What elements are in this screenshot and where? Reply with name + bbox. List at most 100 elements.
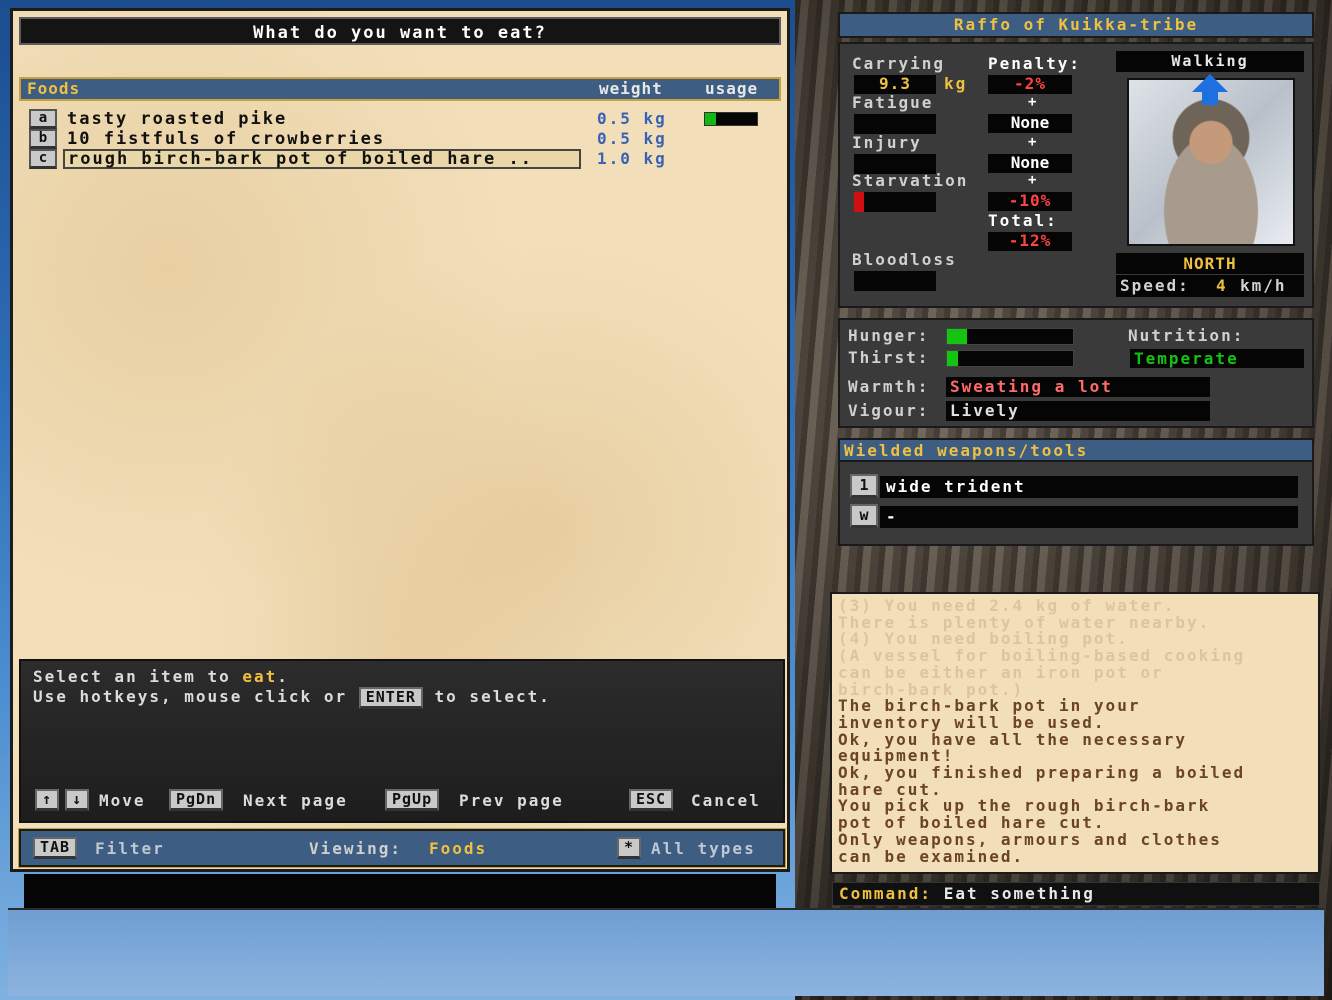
- weapon-slot-key-1[interactable]: 1: [850, 474, 878, 498]
- instruction-text: to select.: [434, 687, 551, 706]
- bottom-dark-bar: [24, 874, 776, 908]
- vigour-value: Lively: [946, 401, 1210, 421]
- dialog-title: What do you want to eat?: [19, 17, 781, 45]
- speed-value: 4: [1216, 276, 1228, 295]
- speed-box: Speed: 4 km/h: [1116, 275, 1304, 297]
- arrow-up-key[interactable]: ↑: [35, 789, 60, 811]
- food-item-weight: 0.5 kg: [597, 109, 667, 128]
- warmth-value: Sweating a lot: [946, 377, 1210, 397]
- message-log: (3) You need 2.4 kg of water. There is pl…: [830, 592, 1320, 874]
- injury-label: Injury: [852, 133, 922, 152]
- esc-key-button[interactable]: ESC: [629, 789, 674, 811]
- plus-sign: +: [1028, 172, 1037, 188]
- hunger-fill: [947, 329, 968, 344]
- instruction-line-2: Use hotkeys, mouse click or ENTER to sel…: [33, 687, 551, 709]
- hunger-bar: [946, 328, 1074, 345]
- starvation-fill: [854, 192, 864, 212]
- food-item-weight: 1.0 kg: [597, 149, 667, 168]
- fatigue-penalty: None: [988, 114, 1072, 133]
- all-types-key-button[interactable]: *: [617, 837, 642, 859]
- hotkey-a[interactable]: a: [29, 109, 57, 129]
- command-value: Eat something: [943, 884, 1095, 903]
- usage-bar: [704, 112, 758, 126]
- food-item-name[interactable]: 10 fistfuls of crowberries: [67, 129, 385, 149]
- food-item-name[interactable]: tasty roasted pike: [67, 109, 287, 129]
- header-usage: usage: [705, 79, 759, 98]
- direction-value: NORTH: [1116, 253, 1304, 274]
- list-header: Foods weight usage: [19, 77, 781, 101]
- food-item-weight: 0.5 kg: [597, 129, 667, 148]
- weapons-title: Wielded weapons/tools: [844, 441, 1089, 460]
- penalty-value: -2%: [988, 75, 1072, 94]
- hotkey-b[interactable]: b: [29, 129, 57, 149]
- total-label: Total:: [988, 211, 1058, 230]
- warmth-label: Warmth:: [848, 377, 930, 396]
- nutrition-value: Temperate: [1130, 349, 1304, 368]
- instruction-punct: .: [277, 667, 289, 686]
- plus-sign: +: [1028, 94, 1037, 110]
- instruction-line-1: Select an item to eat.: [33, 667, 289, 686]
- command-label: Command:: [839, 884, 933, 903]
- hotkey-c[interactable]: c: [29, 149, 57, 169]
- instruction-action: eat: [242, 667, 278, 686]
- movement-mode: Walking: [1116, 51, 1304, 72]
- pgdn-key-button[interactable]: PgDn: [169, 789, 224, 811]
- viewing-value: Foods: [429, 839, 488, 858]
- penalty-label: Penalty:: [988, 54, 1082, 73]
- prev-page-label: Prev page: [459, 791, 564, 810]
- instruction-text: Select an item to: [33, 667, 243, 686]
- food-item-name-selected[interactable]: rough birch-bark pot of boiled hare ..: [63, 149, 581, 169]
- filter-bar: TAB Filter Viewing: Foods * All types: [18, 828, 786, 868]
- thirst-fill: [947, 351, 959, 366]
- weapon-slot-value-1[interactable]: wide trident: [880, 476, 1298, 498]
- carrying-unit: kg: [944, 74, 968, 93]
- nutrition-label: Nutrition:: [1128, 326, 1245, 345]
- log-line: can be examined.: [838, 846, 1025, 866]
- hunger-label: Hunger:: [848, 326, 930, 345]
- weapons-header: Wielded weapons/tools: [840, 440, 1312, 462]
- viewing-label: Viewing:: [309, 839, 403, 858]
- arrow-up-icon: [1192, 74, 1228, 92]
- header-weight: weight: [599, 79, 663, 98]
- move-label: Move: [99, 791, 146, 810]
- weapon-slot-key-w[interactable]: w: [850, 504, 878, 528]
- starvation-bar: [854, 192, 936, 212]
- next-page-label: Next page: [243, 791, 348, 810]
- command-line: Command: Eat something: [832, 882, 1320, 906]
- usage-fill: [705, 113, 717, 125]
- cancel-label: Cancel: [691, 791, 761, 810]
- character-name: Raffo of Kuikka-tribe: [838, 12, 1314, 38]
- bloodloss-bar: [854, 271, 936, 291]
- enter-key-button[interactable]: ENTER: [358, 687, 423, 709]
- header-category: Foods: [27, 79, 81, 98]
- plus-sign: +: [1028, 134, 1037, 150]
- log-lines: (3) You need 2.4 kg of water. There is pl…: [838, 597, 1312, 866]
- speed-label: Speed:: [1120, 276, 1190, 295]
- bottom-strip: [8, 908, 1324, 996]
- arrow-up-icon-stem: [1202, 91, 1218, 105]
- food-item-a[interactable]: a tasty roasted pike 0.5 kg: [29, 109, 769, 129]
- weapon-slot-value-w[interactable]: -: [880, 506, 1298, 528]
- starvation-label: Starvation: [852, 171, 969, 190]
- thirst-bar: [946, 350, 1074, 367]
- speed-unit: km/h: [1240, 276, 1287, 295]
- thirst-label: Thirst:: [848, 348, 930, 367]
- pgup-key-button[interactable]: PgUp: [385, 789, 440, 811]
- instruction-text: Use hotkeys, mouse click or: [33, 687, 348, 706]
- total-penalty: -12%: [988, 232, 1072, 251]
- filter-label: Filter: [95, 839, 165, 858]
- food-item-b[interactable]: b 10 fistfuls of crowberries 0.5 kg: [29, 129, 769, 149]
- bloodloss-label: Bloodloss: [852, 250, 957, 269]
- log-line: can be either an iron pot or: [838, 662, 1164, 682]
- eat-dialog: What do you want to eat? Foods weight us…: [10, 8, 790, 872]
- food-item-c[interactable]: c rough birch-bark pot of boiled hare ..…: [29, 149, 769, 169]
- carrying-label: Carrying: [852, 54, 946, 73]
- instruction-panel: Select an item to eat. Use hotkeys, mous…: [19, 659, 785, 823]
- vigour-label: Vigour:: [848, 401, 930, 420]
- injury-penalty: None: [988, 154, 1072, 173]
- fatigue-label: Fatigue: [852, 93, 934, 112]
- tab-key-button[interactable]: TAB: [33, 837, 78, 859]
- starvation-penalty: -10%: [988, 192, 1072, 211]
- arrow-down-key[interactable]: ↓: [65, 789, 90, 811]
- all-types-label: All types: [651, 839, 756, 858]
